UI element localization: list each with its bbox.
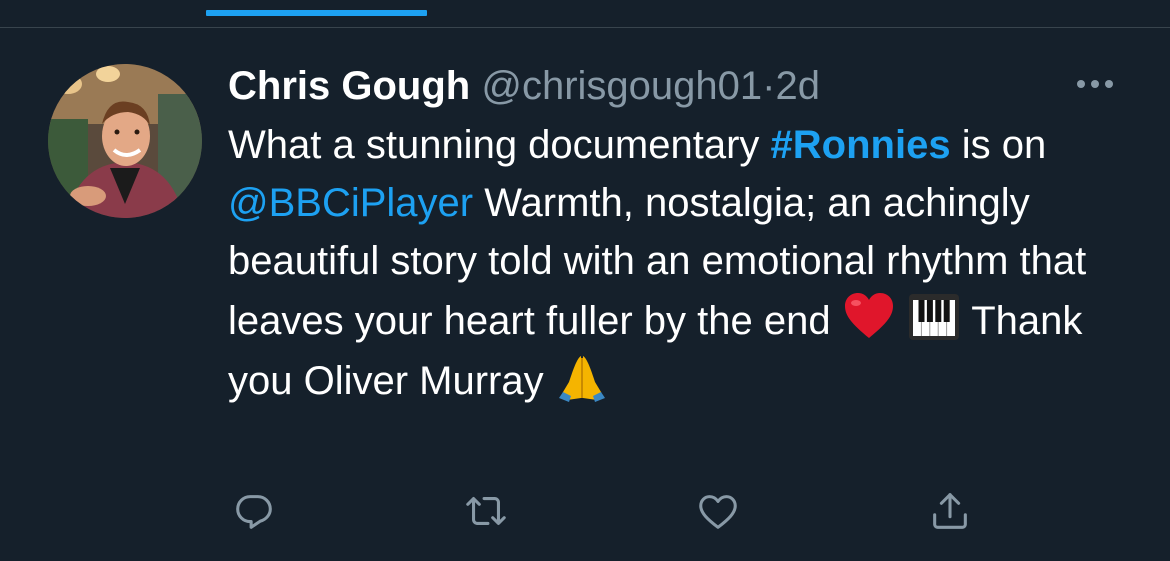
red-heart-icon bbox=[844, 293, 893, 338]
mention-link[interactable]: @BBCiPlayer bbox=[228, 181, 473, 225]
musical-keyboard-icon bbox=[908, 294, 959, 340]
folded-hands-icon bbox=[558, 356, 605, 402]
share-icon bbox=[933, 493, 967, 529]
share-button[interactable] bbox=[926, 487, 974, 535]
retweet-button[interactable] bbox=[462, 487, 510, 535]
retweet-icon bbox=[466, 497, 506, 525]
tweet-text: What a stunning documentary #Ronnies is … bbox=[228, 116, 1128, 410]
like-button[interactable] bbox=[694, 487, 742, 535]
tweet-header: Chris Gough @chrisgough01·2d bbox=[228, 62, 820, 110]
hashtag-link[interactable]: #Ronnies bbox=[771, 123, 951, 167]
reply-button[interactable] bbox=[230, 487, 278, 535]
tweet-time[interactable]: 2d bbox=[775, 64, 820, 108]
time-separator: · bbox=[762, 64, 776, 108]
author-name[interactable]: Chris Gough bbox=[228, 64, 470, 108]
tweet-text-part: is on bbox=[950, 123, 1047, 167]
tweet-actions bbox=[0, 487, 1170, 535]
active-tab-indicator bbox=[206, 10, 427, 16]
like-icon bbox=[699, 495, 737, 529]
avatar[interactable] bbox=[48, 64, 202, 218]
reply-icon bbox=[236, 495, 272, 529]
tweet-screen: Chris Gough @chrisgough01·2d What a stun… bbox=[0, 0, 1170, 561]
more-dot bbox=[1077, 80, 1085, 88]
more-options-button[interactable] bbox=[1070, 66, 1120, 102]
more-dot bbox=[1105, 80, 1113, 88]
tweet-text-part: What a stunning documentary bbox=[228, 123, 771, 167]
more-dot bbox=[1091, 80, 1099, 88]
avatar-photo bbox=[48, 64, 202, 218]
tab-divider bbox=[0, 27, 1170, 28]
author-handle[interactable]: @chrisgough01 bbox=[481, 64, 762, 108]
